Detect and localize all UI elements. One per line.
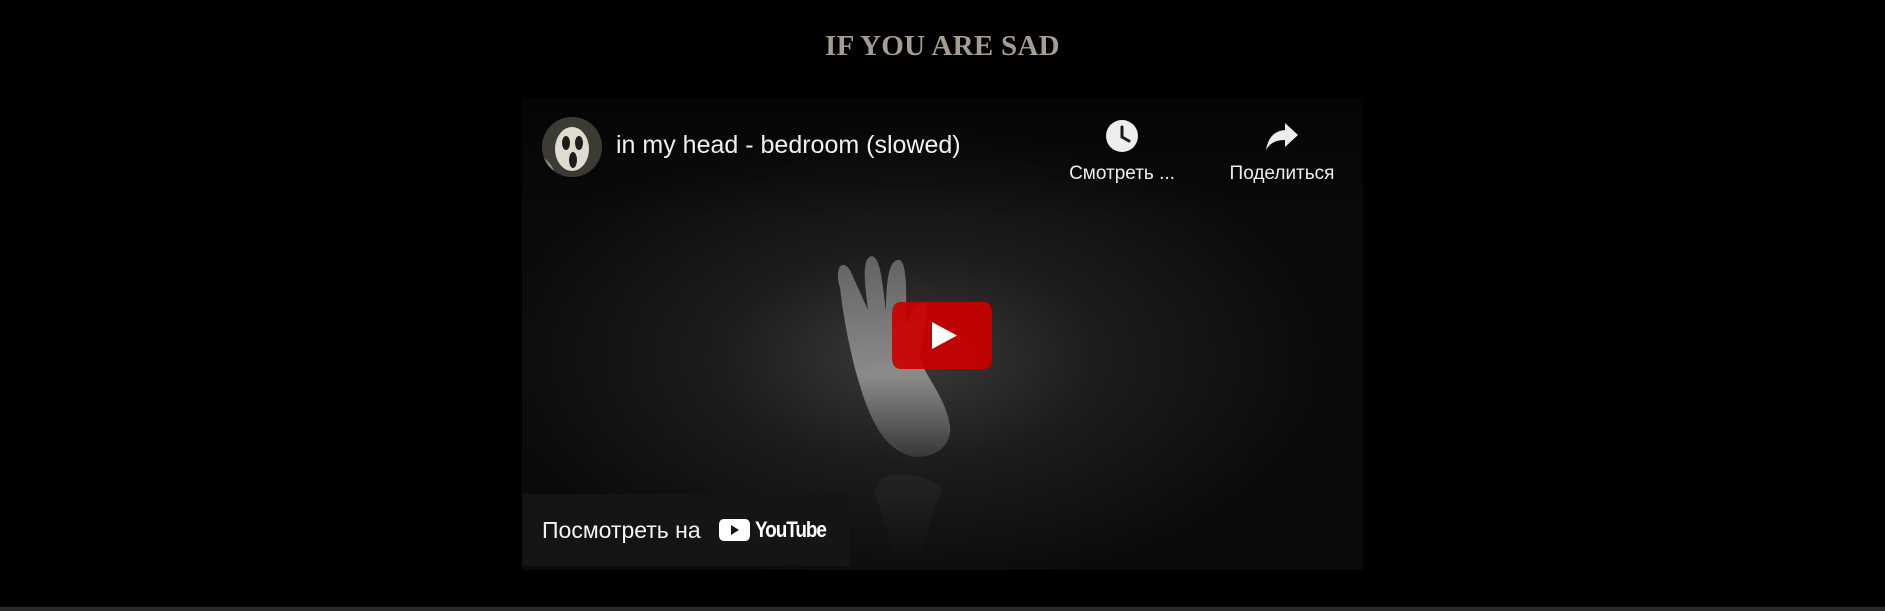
watch-on-label: Посмотреть на — [542, 516, 701, 543]
bottom-edge-strip — [0, 607, 1885, 611]
watch-on-youtube-button[interactable]: Посмотреть на YouTube — [522, 494, 850, 566]
watch-later-label: Смотреть ... — [1069, 163, 1175, 184]
clock-icon — [1102, 116, 1142, 156]
play-button[interactable] — [891, 300, 993, 371]
video-title-link[interactable]: in my head - bedroom (slowed) — [616, 131, 961, 160]
share-arrow-icon — [1262, 116, 1302, 156]
channel-avatar[interactable] — [542, 117, 602, 177]
youtube-embed-player[interactable]: in my head - bedroom (slowed) Смотреть .… — [522, 98, 1363, 570]
share-label: Поделиться — [1229, 163, 1335, 184]
youtube-wordmark: YouTube — [754, 517, 827, 542]
share-button[interactable]: Поделиться — [1206, 116, 1358, 185]
page-title: IF YOU ARE SAD — [825, 30, 1060, 62]
page: IF YOU ARE SAD in my head - bedroom (slo… — [0, 0, 1885, 611]
play-icon — [892, 302, 992, 369]
youtube-logo-icon: YouTube — [718, 517, 837, 543]
watch-later-button[interactable]: Смотреть ... — [1058, 116, 1186, 185]
